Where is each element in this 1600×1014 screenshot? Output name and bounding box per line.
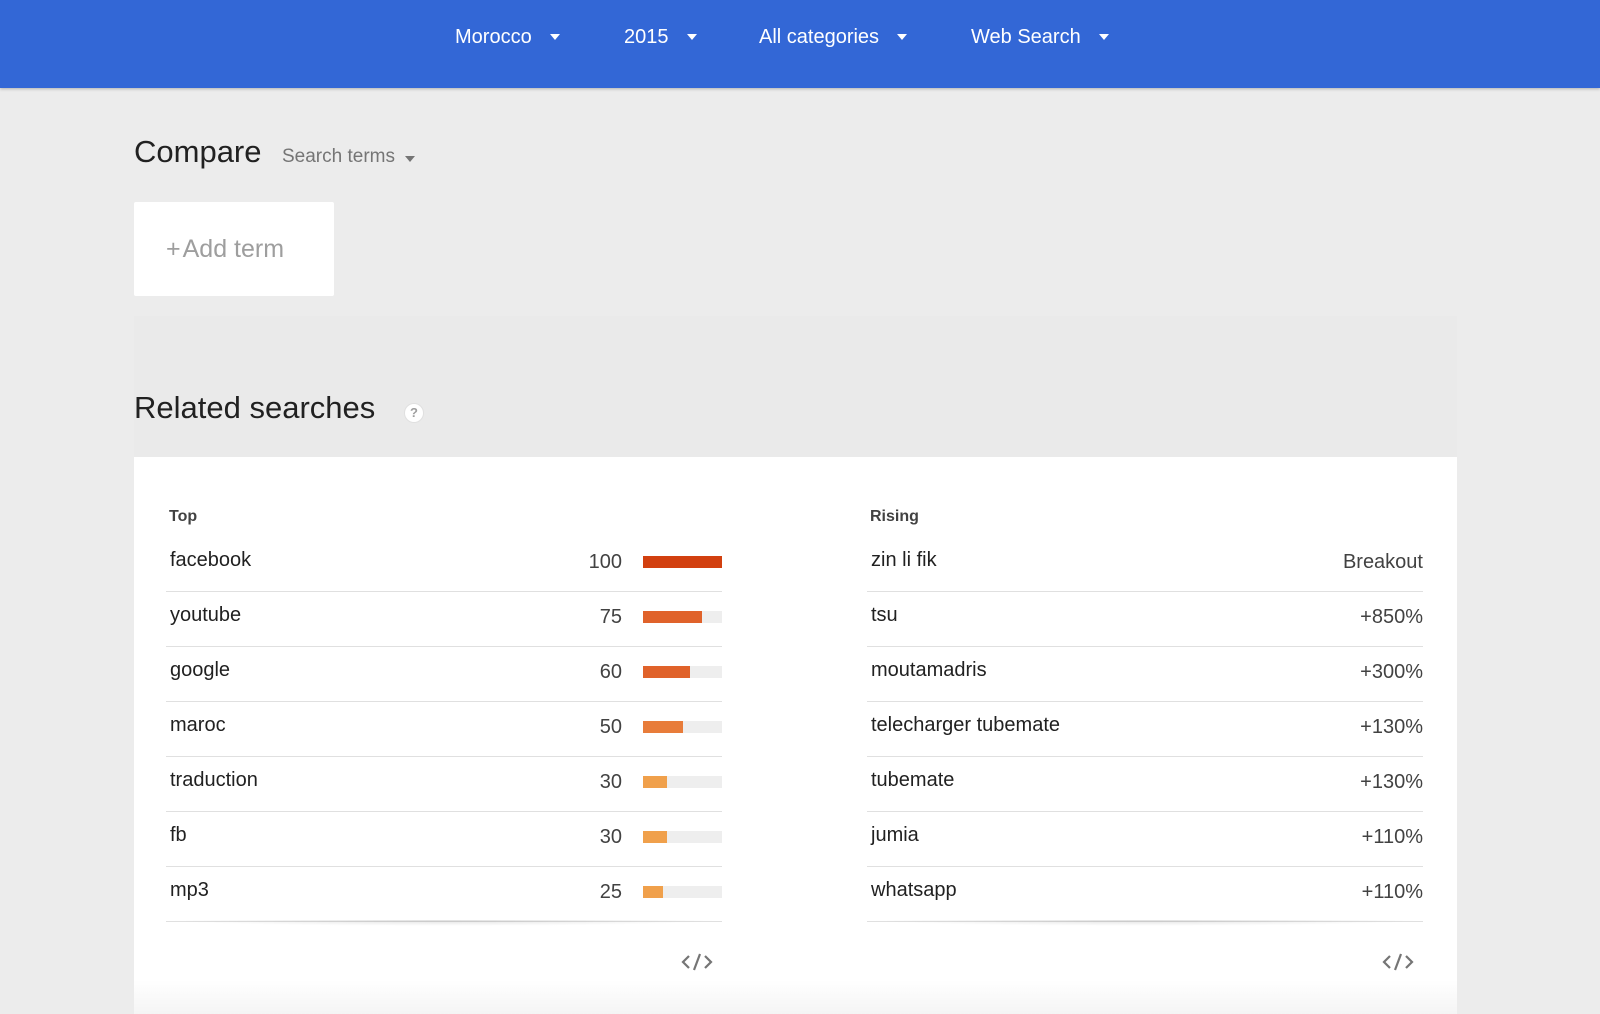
- top-row[interactable]: maroc 50: [166, 702, 722, 757]
- rising-row[interactable]: tsu +850%: [867, 592, 1423, 647]
- category-label: All categories: [759, 25, 880, 48]
- add-term-label: Add term: [182, 234, 285, 263]
- rising-list: zin li fik Breakout tsu +850% moutamadris +30…: [867, 537, 1423, 922]
- score-bar: [643, 776, 722, 788]
- rising-term: tubemate: [871, 769, 955, 791]
- top-score: 50: [599, 716, 622, 738]
- top-score: 100: [588, 551, 622, 573]
- related-searches-header: [134, 316, 1457, 458]
- top-row[interactable]: fb 30: [166, 812, 722, 867]
- top-bar: Morocco 2015 All categories Web Search: [0, 0, 1600, 88]
- search-type-dropdown[interactable]: Web Search: [971, 22, 1109, 52]
- rising-heading: Rising: [870, 508, 919, 525]
- related-searches-title: Related searches: [134, 390, 376, 425]
- rising-change: +130%: [1360, 716, 1423, 738]
- top-term: google: [170, 659, 231, 681]
- score-bar-fill: [643, 611, 703, 623]
- top-term: maroc: [170, 714, 226, 736]
- plus-icon: +: [166, 234, 181, 263]
- top-heading: Top: [169, 508, 198, 525]
- chevron-down-icon: [897, 34, 908, 40]
- rising-row[interactable]: jumia +110%: [867, 812, 1423, 867]
- top-term: traduction: [170, 769, 258, 791]
- embed-code-icon[interactable]: [680, 950, 714, 974]
- top-term: mp3: [170, 879, 209, 901]
- rising-list-shadow: [867, 920, 1423, 926]
- top-score: 30: [599, 826, 622, 848]
- score-bar: [643, 611, 722, 623]
- top-term: youtube: [170, 604, 242, 626]
- top-row[interactable]: facebook 100: [166, 537, 722, 592]
- chevron-down-icon: [1098, 34, 1109, 40]
- score-bar: [643, 666, 722, 678]
- top-term: facebook: [170, 549, 252, 571]
- rising-row[interactable]: whatsapp +110%: [867, 867, 1423, 922]
- score-bar-fill: [643, 831, 667, 843]
- rising-change: Breakout: [1342, 551, 1423, 573]
- top-score: 60: [599, 661, 622, 683]
- top-row[interactable]: mp3 25: [166, 867, 722, 922]
- compare-mode-dropdown[interactable]: Search terms: [282, 146, 415, 168]
- score-bar-fill: [643, 886, 663, 898]
- top-score: 30: [599, 771, 622, 793]
- year-dropdown[interactable]: 2015: [624, 22, 697, 52]
- rising-change: +110%: [1361, 881, 1423, 903]
- category-dropdown[interactable]: All categories: [759, 22, 908, 52]
- score-bar: [643, 721, 722, 733]
- compare-mode-label: Search terms: [282, 146, 395, 167]
- score-bar: [643, 556, 722, 568]
- rising-row[interactable]: telecharger tubemate +130%: [867, 702, 1423, 757]
- rising-change: +110%: [1361, 826, 1423, 848]
- top-list: facebook 100 youtube 75 google 60 maroc 50 tradu…: [166, 537, 722, 922]
- help-icon[interactable]: ?: [404, 403, 424, 423]
- rising-term: whatsapp: [871, 879, 957, 901]
- rising-row[interactable]: zin li fik Breakout: [867, 537, 1423, 592]
- chevron-down-icon: [686, 34, 697, 40]
- score-bar-fill: [643, 556, 722, 568]
- rising-term: tsu: [871, 604, 898, 626]
- score-bar-fill: [643, 776, 667, 788]
- chevron-down-icon: [549, 34, 560, 40]
- top-term: fb: [170, 824, 187, 846]
- rising-term: zin li fik: [871, 549, 937, 571]
- chevron-down-icon: [404, 155, 415, 162]
- top-list-shadow: [166, 920, 722, 926]
- country-dropdown[interactable]: Morocco: [455, 22, 560, 52]
- compare-title: Compare: [134, 134, 262, 169]
- add-term-button[interactable]: + Add term: [134, 202, 334, 296]
- search-type-label: Web Search: [971, 25, 1081, 48]
- top-row[interactable]: google 60: [166, 647, 722, 702]
- top-score: 75: [599, 606, 622, 628]
- top-row[interactable]: traduction 30: [166, 757, 722, 812]
- rising-change: +130%: [1360, 771, 1423, 793]
- rising-change: +850%: [1360, 606, 1423, 628]
- rising-change: +300%: [1360, 661, 1423, 683]
- rising-term: jumia: [871, 824, 919, 846]
- score-bar: [643, 886, 722, 898]
- score-bar: [643, 831, 722, 843]
- rising-row[interactable]: moutamadris +300%: [867, 647, 1423, 702]
- embed-code-icon[interactable]: [1381, 950, 1415, 974]
- top-row[interactable]: youtube 75: [166, 592, 722, 647]
- country-label: Morocco: [455, 25, 532, 48]
- rising-term: telecharger tubemate: [871, 714, 1061, 736]
- rising-term: moutamadris: [871, 659, 987, 681]
- year-label: 2015: [624, 25, 669, 48]
- bottom-fade: [134, 980, 1457, 1014]
- rising-row[interactable]: tubemate +130%: [867, 757, 1423, 812]
- top-score: 25: [599, 881, 622, 903]
- score-bar-fill: [643, 666, 691, 678]
- score-bar-fill: [643, 721, 683, 733]
